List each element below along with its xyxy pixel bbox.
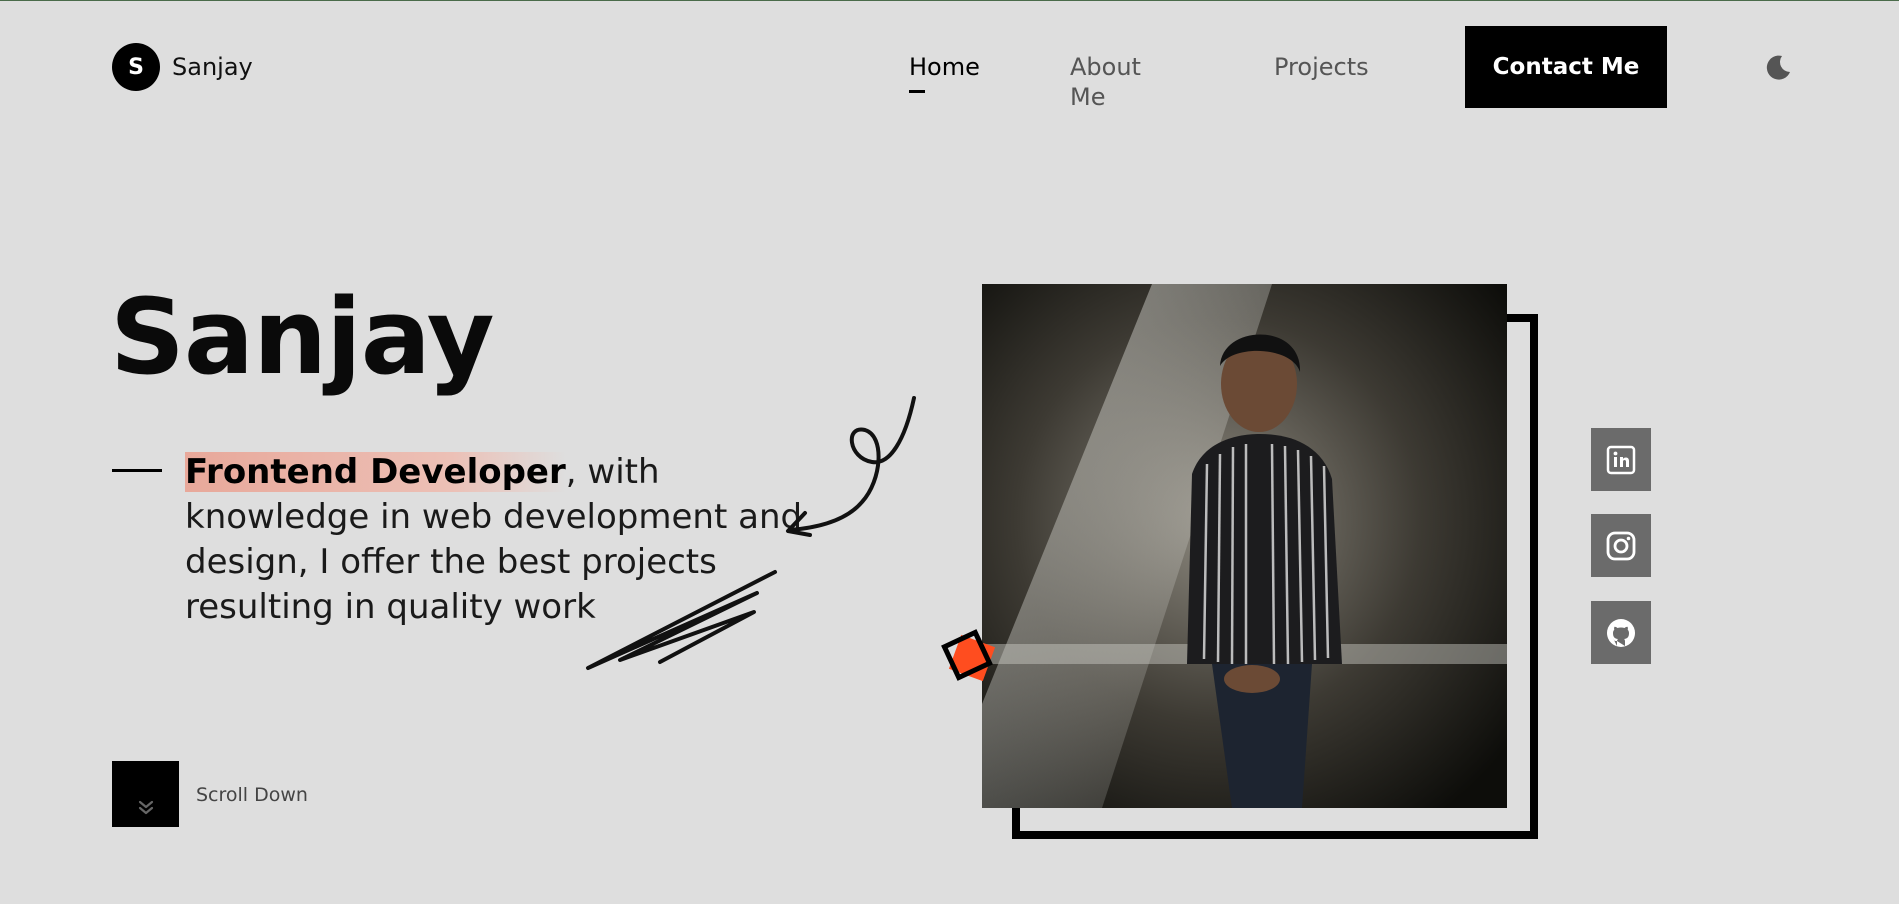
chevron-double-down-icon — [138, 800, 153, 815]
hero-dash — [112, 469, 162, 472]
instagram-icon — [1606, 531, 1636, 560]
nav-active-indicator — [909, 90, 925, 93]
top-border — [0, 0, 1899, 1]
logo-avatar: S — [112, 43, 160, 91]
contact-me-button[interactable]: Contact Me — [1465, 26, 1667, 108]
github-link[interactable] — [1591, 601, 1651, 664]
profile-photo — [982, 284, 1507, 808]
logo-name: Sanjay — [172, 53, 253, 81]
decorative-diamond-badge — [941, 629, 996, 682]
hero-role: Frontend Developer — [185, 452, 566, 492]
scroll-down-button[interactable] — [112, 761, 179, 827]
logo[interactable]: S Sanjay — [112, 43, 253, 91]
nav-about-me[interactable]: About Me — [1070, 52, 1141, 112]
nav-home[interactable]: Home — [909, 52, 980, 82]
nav-projects[interactable]: Projects — [1274, 52, 1369, 82]
linkedin-link[interactable] — [1591, 428, 1651, 491]
linkedin-icon — [1606, 445, 1636, 474]
hero-description: Frontend Developer, with knowledge in we… — [185, 450, 825, 630]
hero-title: Sanjay — [110, 276, 495, 398]
github-icon — [1607, 618, 1635, 647]
instagram-link[interactable] — [1591, 514, 1651, 577]
moon-icon[interactable] — [1762, 51, 1794, 83]
scroll-down-label: Scroll Down — [196, 784, 308, 806]
